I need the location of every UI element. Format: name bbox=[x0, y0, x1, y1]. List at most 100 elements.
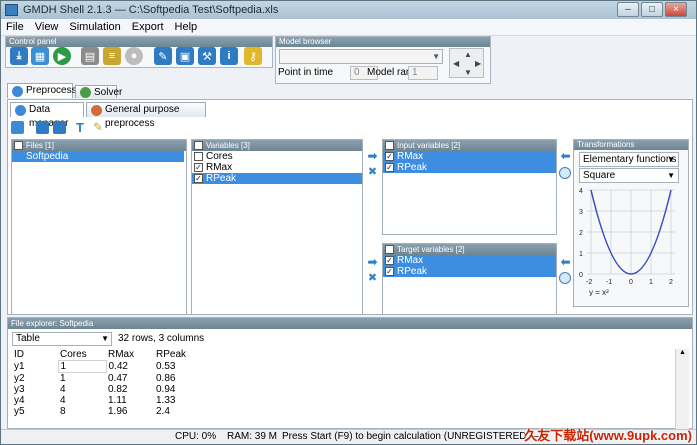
function-group-select[interactable]: Elementary functions ▼ bbox=[579, 152, 679, 167]
table-cell[interactable]: 1.33 bbox=[154, 395, 676, 406]
table-cell[interactable]: 4 bbox=[58, 395, 106, 406]
view-select[interactable]: Table ▼ bbox=[12, 332, 112, 346]
target-select-all-checkbox[interactable] bbox=[385, 245, 394, 254]
variable-checkbox[interactable] bbox=[194, 152, 203, 161]
menu-export[interactable]: Export bbox=[132, 21, 164, 33]
menu-help[interactable]: Help bbox=[175, 21, 198, 33]
variable-checkbox[interactable]: ✓ bbox=[194, 163, 203, 172]
key-icon[interactable]: ⚷ bbox=[244, 47, 262, 65]
model-rank-input[interactable]: 1 bbox=[408, 66, 438, 80]
arrow-left-icon[interactable]: ◀ bbox=[453, 59, 459, 68]
menu-view[interactable]: View bbox=[35, 21, 59, 33]
table-cell[interactable]: 0.82 bbox=[106, 384, 154, 395]
table-cell[interactable]: 0.53 bbox=[154, 361, 676, 373]
open-file-icon[interactable]: ⤓ bbox=[10, 47, 28, 65]
pencil-icon[interactable]: ✎ bbox=[93, 121, 106, 134]
list-item[interactable]: ✓ RMax bbox=[192, 162, 362, 173]
row-id: y5 bbox=[14, 406, 25, 417]
variable-label: RMax bbox=[206, 162, 233, 173]
list-item[interactable]: ✓ RMax bbox=[383, 151, 556, 162]
list-item[interactable]: ✓ RPeak bbox=[192, 173, 362, 184]
menu-file[interactable]: File bbox=[6, 21, 24, 33]
table-row[interactable]: y1 1 0.42 0.53 bbox=[12, 360, 676, 373]
import-icon[interactable] bbox=[53, 121, 66, 134]
table-row[interactable]: y4 4 1.11 1.33 bbox=[12, 395, 676, 406]
text-icon[interactable]: T bbox=[76, 121, 89, 134]
table-cell[interactable]: 8 bbox=[58, 406, 106, 417]
target-checkbox[interactable]: ✓ bbox=[385, 267, 394, 276]
tab-solver[interactable]: Solver bbox=[75, 85, 122, 98]
column-header: ID bbox=[14, 349, 24, 361]
variable-checkbox[interactable]: ✓ bbox=[194, 174, 203, 183]
arrow-up-icon[interactable]: ▲ bbox=[464, 50, 472, 59]
table-cell[interactable]: 0.42 bbox=[106, 361, 154, 373]
function-select[interactable]: Square ▼ bbox=[579, 168, 679, 183]
table-cell[interactable]: 0.47 bbox=[106, 373, 154, 385]
table-row[interactable]: y2 1 0.47 0.86 bbox=[12, 373, 676, 385]
navigation-pad[interactable]: ▲ ◀ ▶ ▼ bbox=[449, 48, 484, 78]
scroll-up-icon[interactable]: ▲ bbox=[679, 349, 686, 356]
control-panel: Control panel ⤓ ▦ ▶ ▤ ≡ ● ✎ ▣ ⚒ i ⚷ bbox=[5, 36, 273, 68]
table-cell[interactable]: 1 bbox=[57, 360, 107, 373]
table-scrollbar[interactable]: ▲ bbox=[675, 349, 689, 429]
input-checkbox[interactable]: ✓ bbox=[385, 163, 394, 172]
title-bar: GMDH Shell 2.1.3 — C:\Softpedia Test\Sof… bbox=[1, 1, 696, 19]
tab-general-purpose[interactable]: General purpose preprocess bbox=[86, 102, 206, 129]
reset-transform-target-icon[interactable] bbox=[559, 272, 571, 284]
models-icon[interactable]: ▤ bbox=[81, 47, 99, 65]
tab-data-manager[interactable]: Data manager bbox=[10, 102, 84, 129]
remove-input-icon[interactable]: ✖ bbox=[366, 167, 379, 178]
table-cell[interactable]: 0.94 bbox=[154, 384, 676, 395]
save-icon[interactable]: ▣ bbox=[176, 47, 194, 65]
remove-target-icon[interactable]: ✖ bbox=[366, 273, 379, 284]
arrow-right-icon[interactable]: ▶ bbox=[475, 59, 481, 68]
add-file-icon[interactable] bbox=[11, 121, 24, 134]
menu-bar: File View Simulation Export Help bbox=[1, 19, 696, 36]
list-item[interactable]: ✓ RMax bbox=[383, 255, 556, 266]
table-cell[interactable]: 2.4 bbox=[154, 406, 676, 417]
reset-transform-input-icon[interactable] bbox=[559, 167, 571, 179]
list-item[interactable]: Cores bbox=[192, 151, 362, 162]
wrench-icon[interactable]: ✎ bbox=[154, 47, 172, 65]
arrow-down-icon[interactable]: ▼ bbox=[464, 68, 472, 77]
table-cell[interactable]: 1.96 bbox=[106, 406, 154, 417]
apply-transform-target-icon[interactable]: ⬅ bbox=[559, 256, 572, 268]
table-cell[interactable]: 4 bbox=[58, 384, 106, 395]
stop-icon[interactable]: ● bbox=[125, 47, 143, 65]
save-icon[interactable] bbox=[36, 121, 49, 134]
table-row[interactable]: y3 4 0.82 0.94 bbox=[12, 384, 676, 395]
table-cell[interactable]: 1 bbox=[58, 373, 106, 385]
target-variable-label: RPeak bbox=[397, 266, 428, 277]
app-window: GMDH Shell 2.1.3 — C:\Softpedia Test\Sof… bbox=[0, 0, 697, 445]
close-button[interactable]: × bbox=[665, 2, 687, 17]
tab-solver-label: Solver bbox=[94, 87, 123, 98]
target-checkbox[interactable]: ✓ bbox=[385, 256, 394, 265]
info-icon[interactable]: i bbox=[220, 47, 238, 65]
tools-icon[interactable]: ⚒ bbox=[198, 47, 216, 65]
script-icon[interactable]: ≡ bbox=[103, 47, 121, 65]
x-tick: 0 bbox=[629, 279, 633, 286]
input-checkbox[interactable]: ✓ bbox=[385, 152, 394, 161]
list-item[interactable]: Softpedia bbox=[12, 151, 184, 162]
list-item[interactable]: ✓ RPeak bbox=[383, 266, 556, 277]
model-select[interactable]: ▼ bbox=[279, 49, 443, 64]
tab-preprocess[interactable]: Preprocess bbox=[7, 83, 77, 98]
table-row[interactable]: y5 8 1.96 2.4 bbox=[12, 406, 676, 417]
start-icon[interactable]: ▶ bbox=[53, 47, 71, 65]
apply-transform-input-icon[interactable]: ⬅ bbox=[559, 150, 572, 162]
add-target-arrow-icon[interactable]: ➡ bbox=[366, 256, 379, 268]
variables-select-all-checkbox[interactable] bbox=[194, 141, 203, 150]
list-item[interactable]: ✓ RPeak bbox=[383, 162, 556, 173]
watermark: 久友下载站(www.9upk.com) bbox=[524, 428, 692, 443]
maximize-button[interactable]: □ bbox=[641, 2, 663, 17]
table-cell[interactable]: 0.86 bbox=[154, 373, 676, 385]
table-header-row: ID Cores RMax RPeak bbox=[12, 349, 676, 361]
target-variables-header: Target variables [2] bbox=[383, 244, 556, 255]
menu-simulation[interactable]: Simulation bbox=[69, 21, 120, 33]
add-input-arrow-icon[interactable]: ➡ bbox=[366, 150, 379, 162]
minimize-button[interactable]: – bbox=[617, 2, 639, 17]
files-select-all-checkbox[interactable] bbox=[14, 141, 23, 150]
table-cell[interactable]: 1.11 bbox=[106, 395, 154, 406]
table-icon[interactable]: ▦ bbox=[31, 47, 49, 65]
input-select-all-checkbox[interactable] bbox=[385, 141, 394, 150]
